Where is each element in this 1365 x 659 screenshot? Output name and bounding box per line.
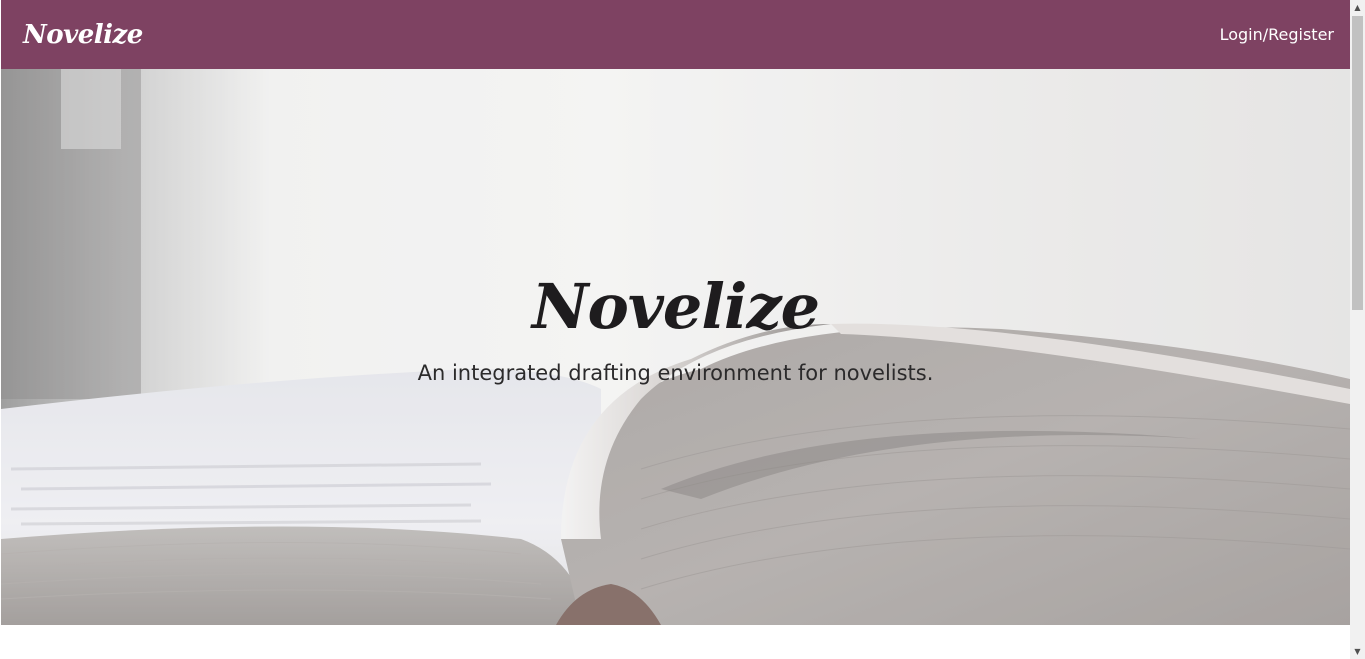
login-register-link[interactable]: Login/Register	[1220, 25, 1334, 44]
hero-title: Novelize	[531, 270, 820, 343]
scrollbar-thumb[interactable]	[1352, 16, 1363, 310]
brand-logo-link[interactable]: Novelize	[23, 20, 143, 50]
vertical-scrollbar[interactable]: ▲ ▼	[1350, 0, 1365, 659]
scroll-down-arrow-icon[interactable]: ▼	[1350, 644, 1365, 659]
landing-page: Novelize Login/Register Novelize An inte…	[0, 0, 1350, 659]
scroll-up-arrow-icon[interactable]: ▲	[1350, 0, 1365, 15]
top-navbar: Novelize Login/Register	[1, 0, 1350, 69]
hero-section: Novelize An integrated drafting environm…	[1, 69, 1350, 625]
hero-subtitle: An integrated drafting environment for n…	[417, 361, 934, 385]
hero-content: Novelize An integrated drafting environm…	[1, 269, 1350, 385]
